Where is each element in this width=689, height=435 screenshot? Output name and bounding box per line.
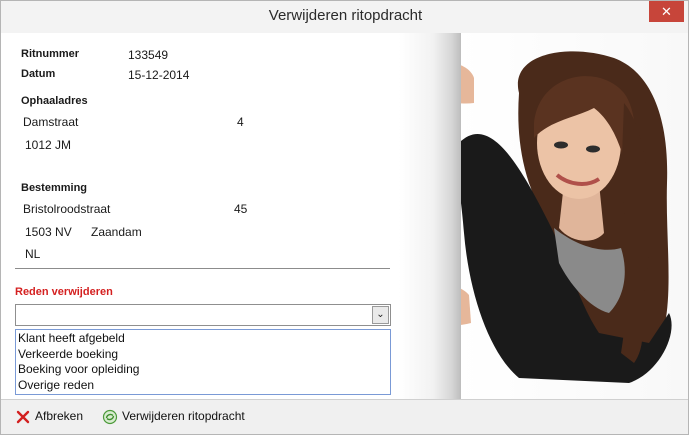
- reden-option[interactable]: Verkeerde boeking: [16, 347, 390, 363]
- chevron-down-icon[interactable]: ⌄: [372, 306, 389, 324]
- close-button[interactable]: ✕: [649, 1, 684, 22]
- bestemming-label: Bestemming: [21, 182, 88, 194]
- datum-value: 15-12-2014: [128, 68, 190, 82]
- white-panel-edge: [399, 33, 461, 399]
- bestemming-land: NL: [25, 247, 41, 261]
- datum-label: Datum: [21, 68, 56, 80]
- reden-verwijderen-label: Reden verwijderen: [15, 286, 113, 298]
- reden-option[interactable]: Klant heeft afgebeld: [16, 331, 390, 347]
- cancel-button[interactable]: Afbreken: [15, 406, 83, 426]
- ophaal-straat: Damstraat: [23, 115, 79, 129]
- bottom-toolbar: Afbreken Verwijderen ritopdracht: [1, 399, 688, 434]
- dialog-content: Ritnummer 133549 Datum 15-12-2014 Ophaal…: [1, 33, 688, 399]
- bestemming-huisnummer: 45: [234, 202, 248, 216]
- bestemming-straat: Bristolroodstraat: [23, 202, 111, 216]
- ophaal-huisnummer: 4: [237, 115, 244, 129]
- title-bar: Verwijderen ritopdracht ✕: [1, 1, 688, 33]
- red-x-icon: [15, 409, 31, 425]
- section-divider: [15, 268, 390, 269]
- bestemming-plaats: Zaandam: [91, 225, 142, 239]
- cancel-button-label: Afbreken: [35, 409, 84, 423]
- reden-combobox[interactable]: ⌄: [15, 304, 391, 326]
- ophaal-postcode: 1012 JM: [25, 138, 72, 152]
- dialog-window: Verwijderen ritopdracht ✕ Ritnummer 1335…: [0, 0, 689, 435]
- ophaaladres-label: Ophaaladres: [21, 95, 88, 107]
- window-title: Verwijderen ritopdracht: [268, 7, 423, 24]
- bestemming-postcode: 1503 NV: [25, 225, 72, 239]
- delete-ride-button[interactable]: Verwijderen ritopdracht: [102, 406, 245, 426]
- delete-ride-button-label: Verwijderen ritopdracht: [122, 409, 245, 423]
- ritnummer-label: Ritnummer: [21, 48, 80, 60]
- reden-option[interactable]: Boeking voor opleiding: [16, 362, 390, 378]
- ritnummer-value: 133549: [128, 48, 169, 62]
- recycle-icon: [102, 409, 118, 425]
- reden-option[interactable]: Overige reden: [16, 378, 390, 394]
- reden-dropdown-list: Klant heeft afgebeld Verkeerde boeking B…: [15, 329, 391, 395]
